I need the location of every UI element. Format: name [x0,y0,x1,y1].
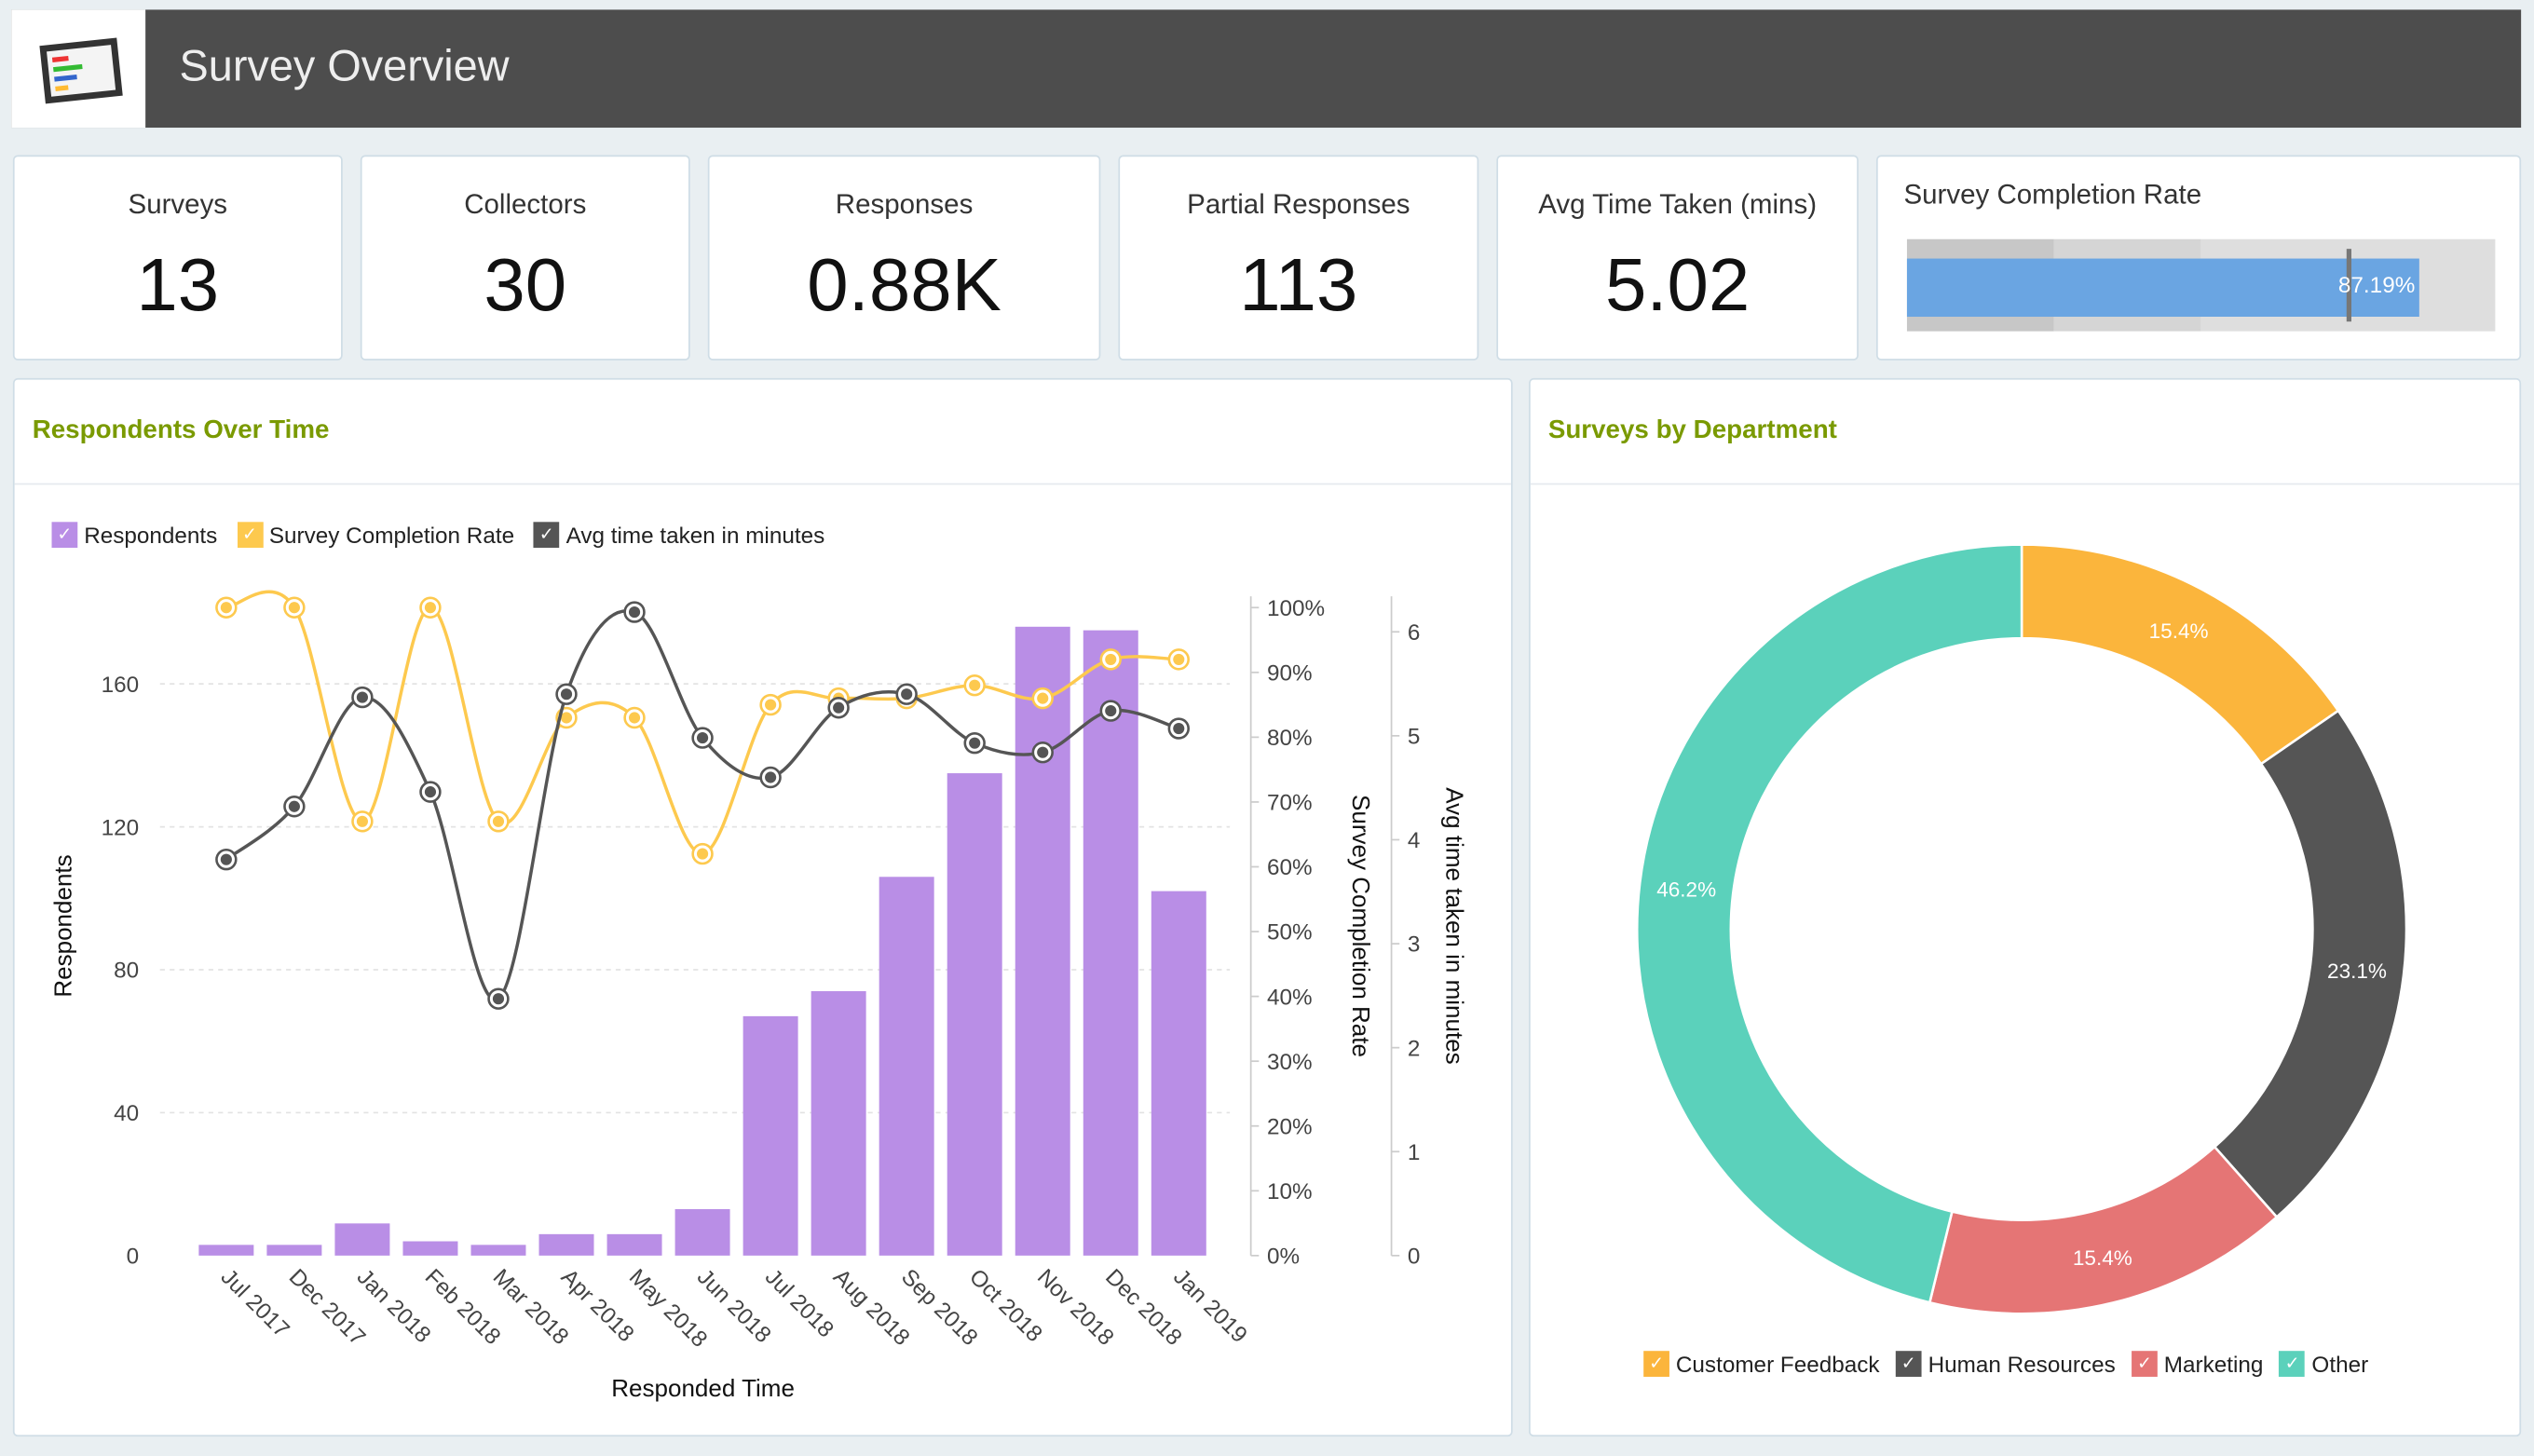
checkbox-icon[interactable]: ✓ [1643,1351,1669,1377]
legend-item[interactable]: ✓ Marketing [2132,1351,2263,1377]
legend-label: Marketing [2163,1351,2264,1377]
legend-item[interactable]: ✓ Human Resources [1895,1351,2116,1377]
donut-slice[interactable] [1636,543,2023,1304]
checkbox-icon[interactable]: ✓ [2132,1351,2158,1377]
legend-item[interactable]: ✓ Other [2279,1351,2369,1377]
legend-item[interactable]: ✓ Customer Feedback [1643,1351,1880,1377]
legend-label: Other [2311,1351,2369,1377]
checkbox-icon[interactable]: ✓ [1895,1351,1922,1377]
donut-slice[interactable] [2020,543,2340,766]
slice-label: 46.2% [1656,878,1716,901]
legend-label: Customer Feedback [1675,1351,1880,1377]
checkbox-icon[interactable]: ✓ [2279,1351,2306,1377]
department-panel: Surveys by Department 15.4% 23.1% 15.4% 46.… [1529,377,2522,1437]
slice-label: 15.4% [2073,1246,2132,1270]
slice-label: 23.1% [2327,959,2387,983]
legend-label: Human Resources [1928,1351,2116,1377]
donut-slice[interactable] [1928,1145,2279,1315]
department-donut-chart: 15.4% 23.1% 15.4% 46.2% [1636,543,2408,1315]
slice-label: 15.4% [2149,619,2209,643]
donut-legend: ✓ Customer Feedback ✓ Human Resources ✓ Marke… [1643,1351,2377,1377]
